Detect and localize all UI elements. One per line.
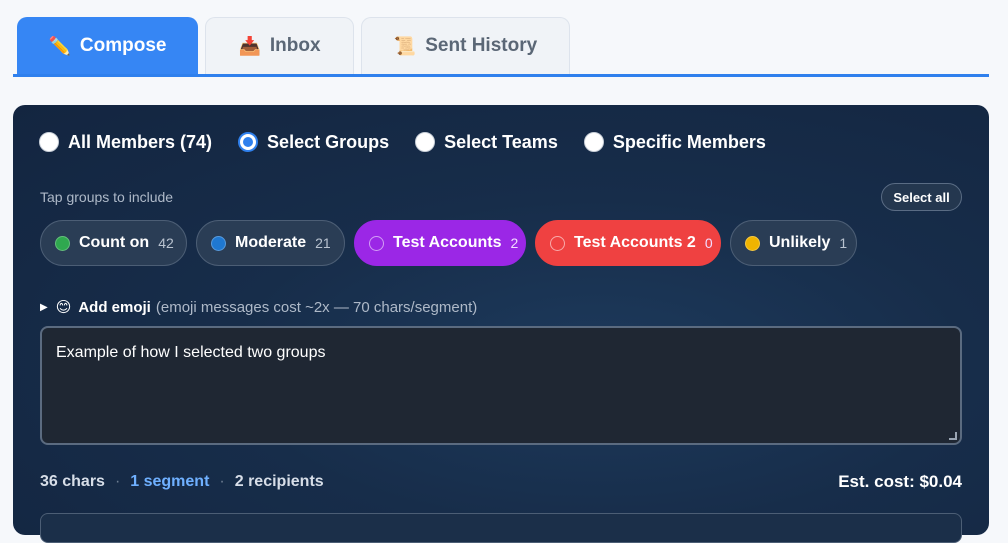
char-count: 36 chars: [40, 473, 105, 490]
group-chip-count: 21: [315, 235, 331, 251]
group-chip-unlikely[interactable]: Unlikely 1: [730, 220, 857, 266]
group-color-dot: [55, 235, 70, 251]
tab-compose-label: Compose: [79, 35, 167, 56]
group-color-dot: [369, 235, 384, 251]
group-chip-label: Test Accounts: [393, 234, 502, 251]
radio-circle-checked[interactable]: [238, 132, 259, 152]
resize-handle-icon[interactable]: [949, 432, 957, 440]
disclosure-triangle-icon: ▶: [40, 301, 48, 313]
radio-select-teams-label: Select Teams: [444, 131, 558, 152]
group-chip-test-accounts-2[interactable]: Test Accounts 2 0: [535, 220, 721, 266]
scroll-icon: 📜: [393, 35, 417, 56]
group-chip-moderate[interactable]: Moderate 21: [196, 220, 345, 266]
tab-compose[interactable]: ✏️ Compose: [17, 17, 198, 74]
radio-all-members-label: All Members (74): [68, 131, 213, 152]
radio-all-members[interactable]: All Members (74): [39, 132, 212, 153]
group-chip-label: Test Accounts 2: [574, 234, 696, 251]
radio-select-teams[interactable]: Select Teams: [415, 132, 558, 153]
group-color-dot: [550, 235, 565, 251]
add-emoji-label: Add emoji: [78, 298, 151, 316]
group-chip-count: 1: [839, 235, 848, 251]
separator: ·: [219, 473, 225, 490]
group-chip-count: 42: [158, 235, 174, 251]
estimated-cost: Est. cost: $0.04: [838, 472, 962, 491]
tab-bar: ✏️ Compose 📥 Inbox 📜 Sent History: [13, 17, 989, 77]
message-text: Example of how I selected two groups: [56, 344, 326, 361]
radio-circle[interactable]: [583, 132, 604, 152]
segment-count: 1 segment: [130, 473, 210, 490]
groups-hint: Tap groups to include: [40, 189, 174, 205]
smiley-icon: 😊: [55, 299, 72, 316]
radio-select-groups-label: Select Groups: [267, 131, 390, 152]
message-stats: 36 chars · 1 segment · 2 recipients: [40, 472, 324, 492]
compose-panel: All Members (74) Select Groups Select Te…: [13, 105, 989, 543]
add-emoji-toggle[interactable]: ▶ 😊 Add emoji (emoji messages cost ~2x —…: [40, 297, 477, 317]
group-color-dot: [211, 235, 226, 251]
group-color-dot: [745, 235, 760, 251]
radio-circle[interactable]: [39, 132, 59, 152]
select-all-button[interactable]: Select all: [881, 183, 962, 211]
group-chip-count-on[interactable]: Count on 42: [40, 220, 187, 266]
recipient-mode-group: All Members (74) Select Groups Select Te…: [39, 131, 792, 153]
radio-circle[interactable]: [415, 132, 436, 152]
group-chip-count: 2: [510, 235, 519, 251]
pencil-icon: ✏️: [48, 35, 71, 56]
group-chip-label: Count on: [79, 234, 150, 251]
tab-sent-history[interactable]: 📜 Sent History: [361, 17, 570, 74]
tab-sent-history-label: Sent History: [425, 35, 538, 56]
tab-inbox-label: Inbox: [269, 35, 321, 56]
recipient-count: 2 recipients: [234, 473, 324, 490]
group-chip-label: Unlikely: [769, 234, 831, 251]
group-chip-count: 0: [704, 235, 713, 251]
emoji-cost-note: (emoji messages cost ~2x — 70 chars/segm…: [155, 298, 478, 316]
message-textarea[interactable]: Example of how I selected two groups: [40, 326, 962, 445]
radio-select-groups[interactable]: Select Groups: [238, 132, 389, 153]
group-chip-test-accounts[interactable]: Test Accounts 2: [354, 220, 526, 266]
radio-specific-members[interactable]: Specific Members: [583, 131, 766, 153]
radio-specific-members-label: Specific Members: [612, 131, 766, 152]
inbox-tray-icon: 📥: [238, 35, 261, 56]
next-section-box: [40, 513, 962, 543]
tab-inbox[interactable]: 📥 Inbox: [205, 17, 354, 74]
separator: ·: [114, 473, 121, 490]
group-chip-label: Moderate: [235, 234, 307, 251]
